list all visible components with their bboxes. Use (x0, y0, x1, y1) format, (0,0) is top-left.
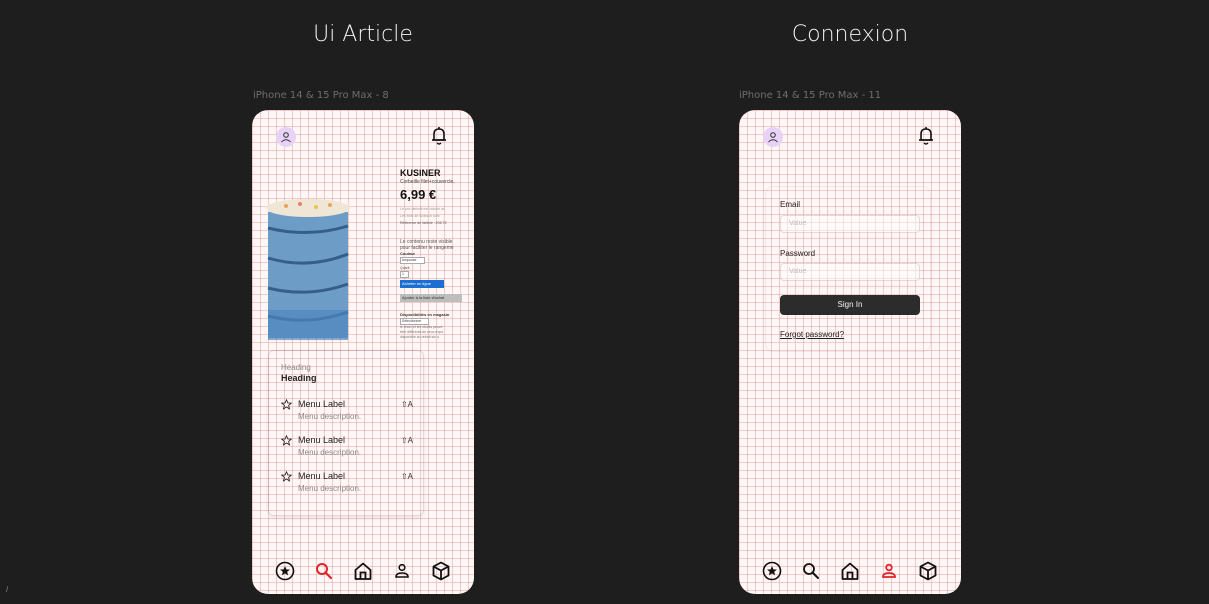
nav-favorites[interactable] (761, 560, 783, 582)
search-icon (316, 563, 333, 580)
sign-in-button[interactable]: Sign In (780, 295, 920, 315)
forgot-password-link[interactable]: Forgot password? (780, 330, 844, 339)
bell-icon[interactable] (430, 126, 448, 146)
menu-item-shortcut: ⇧A (400, 400, 413, 409)
menu-item[interactable]: Menu Label Menu description. ⇧A (281, 471, 413, 497)
phone-connexion: Email Value Password Value Sign In Forgo… (739, 110, 961, 594)
edge-mark: / (6, 585, 9, 594)
avatar[interactable] (276, 127, 296, 147)
bell-icon[interactable] (917, 126, 935, 146)
profile-icon (394, 563, 409, 578)
nav-profile[interactable] (391, 560, 413, 582)
menu-item-label: Menu Label (298, 471, 346, 481)
price-note: Le prix définitif est calculé au (400, 207, 445, 211)
home-icon (841, 562, 859, 580)
product-info: KUSINER Corbeille filet+couvercle, 6,99 … (400, 168, 474, 340)
menu-card: Heading Heading Menu Label Menu descript… (268, 350, 424, 516)
menu-item-description: Menu description. (298, 448, 362, 457)
user-avatar-icon (281, 132, 291, 143)
menu-heading: Heading (281, 373, 317, 383)
menu-item-shortcut: ⇧A (400, 472, 413, 481)
star-circle-icon (276, 561, 295, 581)
qty-label: Quant (400, 266, 410, 270)
product-image (266, 199, 350, 340)
menu-item-label: Menu Label (298, 399, 346, 409)
buy-online-button[interactable]: Acheter en ligne (400, 280, 444, 288)
box-icon (432, 561, 449, 581)
menu-item-description: Menu description. (298, 412, 362, 421)
frame-title-article: Ui Article (313, 22, 413, 47)
nav-search[interactable] (313, 560, 335, 582)
availability-title: Disponibilités en magasin (400, 312, 450, 317)
frame-title-connexion: Connexion (791, 22, 909, 47)
phone-article: KUSINER Corbeille filet+couvercle, 6,99 … (252, 110, 474, 594)
product-subtitle: Corbeille filet+couvercle, (400, 179, 455, 185)
frame-label-connexion[interactable]: iPhone 14 & 15 Pro Max - 11 (739, 90, 881, 101)
search-icon (803, 563, 820, 579)
delivery-note: Les frais de livraison sont (400, 214, 440, 218)
menu-item[interactable]: Menu Label Menu description. ⇧A (281, 435, 413, 461)
menu-item-description: Menu description. (298, 484, 362, 493)
menu-item[interactable]: Menu Label Menu description. ⇧A (281, 399, 413, 425)
product-reference: Référence de l'article : 205.73 (400, 221, 447, 225)
product-price: 6,99 € (400, 187, 437, 202)
menu-item-shortcut: ⇧A (400, 436, 413, 445)
home-icon (354, 562, 372, 580)
box-icon (919, 561, 936, 581)
nav-home[interactable] (839, 560, 861, 582)
bottom-nav (739, 556, 961, 586)
qty-input[interactable]: 1 (400, 271, 409, 278)
profile-icon (881, 563, 896, 578)
login-form: Email Value Password Value Sign In Forgo… (765, 186, 931, 352)
product-name: KUSINER (400, 168, 441, 178)
menu-heading-small: Heading (281, 363, 311, 372)
star-circle-icon (763, 561, 782, 581)
add-to-list-button[interactable]: Ajouter à la liste d'achat (400, 294, 462, 302)
star-icon (281, 471, 292, 482)
nav-favorites[interactable] (274, 560, 296, 582)
star-icon (281, 399, 292, 410)
bottom-nav (252, 556, 474, 586)
nav-home[interactable] (352, 560, 374, 582)
password-label: Password (780, 249, 816, 258)
store-select[interactable]: Sélectionner (400, 318, 429, 325)
nav-search[interactable] (800, 560, 822, 582)
avatar[interactable] (763, 127, 783, 147)
nav-box[interactable] (430, 560, 452, 582)
availability-notes: le choix et les stocks peuve être différ… (400, 325, 474, 340)
email-label: Email (780, 200, 801, 209)
nav-profile[interactable] (878, 560, 900, 582)
user-avatar-icon (768, 132, 778, 143)
password-field[interactable]: Value (780, 263, 920, 281)
menu-item-label: Menu Label (298, 435, 346, 445)
color-label: Couleur (400, 251, 416, 256)
color-select[interactable]: turquoise (400, 257, 425, 264)
nav-box[interactable] (917, 560, 939, 582)
email-field[interactable]: Value (780, 215, 920, 233)
availability-line: disponible au retrait sur s (400, 335, 440, 339)
frame-label-article[interactable]: iPhone 14 & 15 Pro Max - 8 (253, 90, 389, 101)
product-description: Le contenu reste visible pour faciliter … (400, 239, 474, 251)
star-icon (281, 435, 292, 446)
